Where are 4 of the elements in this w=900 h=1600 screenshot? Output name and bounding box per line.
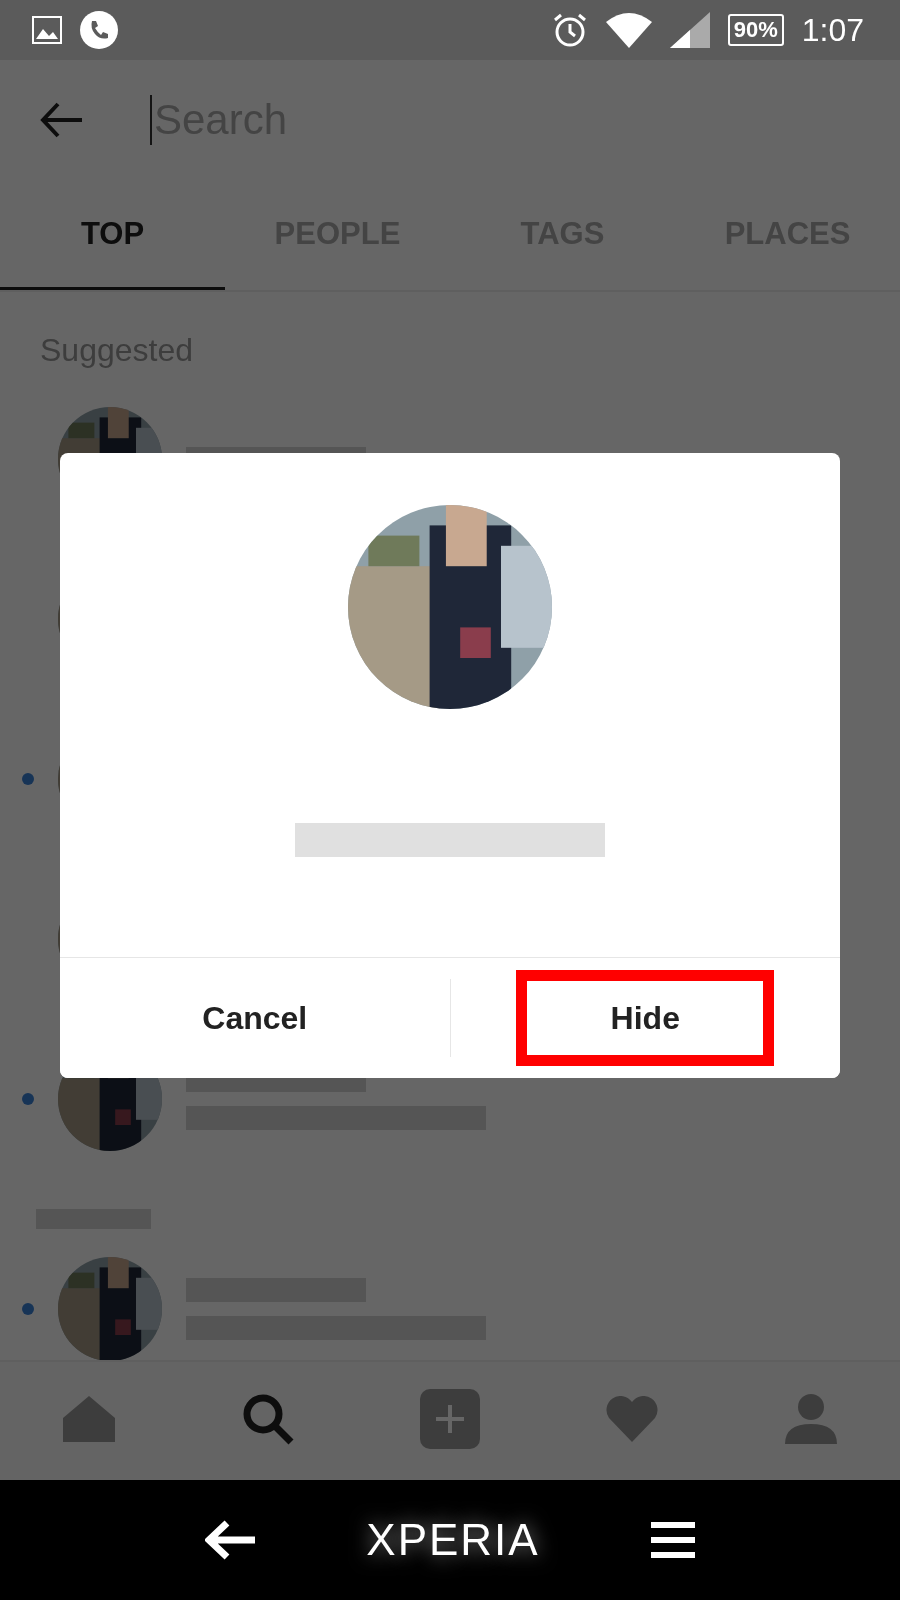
tab[interactable]: TOP: [0, 180, 225, 290]
battery-level: 90%: [727, 14, 784, 46]
logo: XPERIA: [366, 1515, 540, 1565]
clock: 1:07: [801, 11, 864, 49]
